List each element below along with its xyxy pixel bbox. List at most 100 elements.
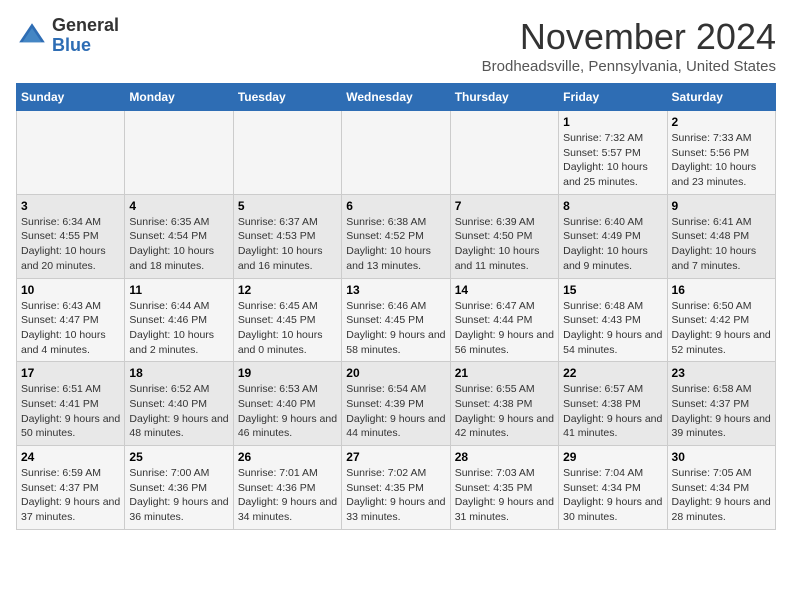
day-number: 21 — [455, 366, 554, 380]
day-info: Sunrise: 6:58 AM Sunset: 4:37 PM Dayligh… — [672, 382, 771, 441]
day-number: 13 — [346, 283, 445, 297]
calendar-cell: 13 Sunrise: 6:46 AM Sunset: 4:45 PM Dayli… — [342, 278, 450, 362]
day-info: Sunrise: 6:53 AM Sunset: 4:40 PM Dayligh… — [238, 382, 337, 441]
day-info: Sunrise: 6:39 AM Sunset: 4:50 PM Dayligh… — [455, 215, 554, 274]
calendar-week-row: 24 Sunrise: 6:59 AM Sunset: 4:37 PM Dayli… — [17, 446, 776, 530]
day-number: 11 — [129, 283, 228, 297]
calendar-cell: 30 Sunrise: 7:05 AM Sunset: 4:34 PM Dayli… — [667, 446, 775, 530]
day-info: Sunrise: 6:55 AM Sunset: 4:38 PM Dayligh… — [455, 382, 554, 441]
day-info: Sunrise: 7:05 AM Sunset: 4:34 PM Dayligh… — [672, 466, 771, 525]
calendar-cell: 2Sunrise: 7:33 AM Sunset: 5:56 PM Daylig… — [667, 111, 775, 195]
calendar-header-row: SundayMondayTuesdayWednesdayThursdayFrid… — [17, 84, 776, 111]
calendar-cell — [342, 111, 450, 195]
day-info: Sunrise: 6:59 AM Sunset: 4:37 PM Dayligh… — [21, 466, 120, 525]
day-info: Sunrise: 6:50 AM Sunset: 4:42 PM Dayligh… — [672, 299, 771, 358]
column-header-tuesday: Tuesday — [233, 84, 341, 111]
day-info: Sunrise: 6:54 AM Sunset: 4:39 PM Dayligh… — [346, 382, 445, 441]
day-info: Sunrise: 6:48 AM Sunset: 4:43 PM Dayligh… — [563, 299, 662, 358]
calendar-cell: 14 Sunrise: 6:47 AM Sunset: 4:44 PM Dayli… — [450, 278, 558, 362]
day-info: Sunrise: 7:03 AM Sunset: 4:35 PM Dayligh… — [455, 466, 554, 525]
calendar-cell: 7 Sunrise: 6:39 AM Sunset: 4:50 PM Daylig… — [450, 194, 558, 278]
day-number: 27 — [346, 450, 445, 464]
day-number: 23 — [672, 366, 771, 380]
month-title: November 2024 — [482, 16, 776, 58]
day-number: 4 — [129, 199, 228, 213]
day-number: 19 — [238, 366, 337, 380]
day-info: Sunrise: 7:04 AM Sunset: 4:34 PM Dayligh… — [563, 466, 662, 525]
day-number: 26 — [238, 450, 337, 464]
calendar-cell — [125, 111, 233, 195]
calendar-cell: 18 Sunrise: 6:52 AM Sunset: 4:40 PM Dayli… — [125, 362, 233, 446]
calendar-cell: 19 Sunrise: 6:53 AM Sunset: 4:40 PM Dayli… — [233, 362, 341, 446]
day-number: 18 — [129, 366, 228, 380]
day-info: Sunrise: 6:41 AM Sunset: 4:48 PM Dayligh… — [672, 215, 771, 274]
calendar-cell: 16 Sunrise: 6:50 AM Sunset: 4:42 PM Dayli… — [667, 278, 775, 362]
logo-text: General Blue — [52, 16, 119, 56]
day-number: 17 — [21, 366, 120, 380]
calendar-cell — [233, 111, 341, 195]
column-header-thursday: Thursday — [450, 84, 558, 111]
calendar-week-row: 17 Sunrise: 6:51 AM Sunset: 4:41 PM Dayli… — [17, 362, 776, 446]
day-info: Sunrise: 6:47 AM Sunset: 4:44 PM Dayligh… — [455, 299, 554, 358]
day-info: Sunrise: 6:46 AM Sunset: 4:45 PM Dayligh… — [346, 299, 445, 358]
day-number: 25 — [129, 450, 228, 464]
day-info: Sunrise: 6:45 AM Sunset: 4:45 PM Dayligh… — [238, 299, 337, 358]
day-number: 3 — [21, 199, 120, 213]
logo: General Blue — [16, 16, 119, 56]
calendar-cell: 6 Sunrise: 6:38 AM Sunset: 4:52 PM Daylig… — [342, 194, 450, 278]
column-header-friday: Friday — [559, 84, 667, 111]
calendar-cell: 23 Sunrise: 6:58 AM Sunset: 4:37 PM Dayli… — [667, 362, 775, 446]
calendar-cell — [17, 111, 125, 195]
calendar-cell: 11 Sunrise: 6:44 AM Sunset: 4:46 PM Dayli… — [125, 278, 233, 362]
column-header-monday: Monday — [125, 84, 233, 111]
calendar-cell: 1 Sunrise: 7:32 AM Sunset: 5:57 PM Daylig… — [559, 111, 667, 195]
day-number: 20 — [346, 366, 445, 380]
day-number: 28 — [455, 450, 554, 464]
calendar-cell: 4Sunrise: 6:35 AM Sunset: 4:54 PM Daylig… — [125, 194, 233, 278]
calendar-week-row: 3 Sunrise: 6:34 AM Sunset: 4:55 PM Daylig… — [17, 194, 776, 278]
day-number: 14 — [455, 283, 554, 297]
calendar-cell: 26 Sunrise: 7:01 AM Sunset: 4:36 PM Dayli… — [233, 446, 341, 530]
location-title: Brodheadsville, Pennsylvania, United Sta… — [482, 58, 776, 75]
column-header-wednesday: Wednesday — [342, 84, 450, 111]
day-info: Sunrise: 6:57 AM Sunset: 4:38 PM Dayligh… — [563, 382, 662, 441]
calendar-cell: 12 Sunrise: 6:45 AM Sunset: 4:45 PM Dayli… — [233, 278, 341, 362]
day-info: Sunrise: 6:34 AM Sunset: 4:55 PM Dayligh… — [21, 215, 120, 274]
day-number: 5 — [238, 199, 337, 213]
day-info: Sunrise: 7:32 AM Sunset: 5:57 PM Dayligh… — [563, 131, 662, 190]
day-info: Sunrise: 6:44 AM Sunset: 4:46 PM Dayligh… — [129, 299, 228, 358]
day-number: 24 — [21, 450, 120, 464]
calendar-cell: 25Sunrise: 7:00 AM Sunset: 4:36 PM Dayli… — [125, 446, 233, 530]
day-number: 8 — [563, 199, 662, 213]
column-header-sunday: Sunday — [17, 84, 125, 111]
day-number: 30 — [672, 450, 771, 464]
column-header-saturday: Saturday — [667, 84, 775, 111]
day-info: Sunrise: 7:33 AM Sunset: 5:56 PM Dayligh… — [672, 131, 771, 190]
calendar-cell: 15 Sunrise: 6:48 AM Sunset: 4:43 PM Dayli… — [559, 278, 667, 362]
calendar-cell: 27Sunrise: 7:02 AM Sunset: 4:35 PM Dayli… — [342, 446, 450, 530]
day-number: 16 — [672, 283, 771, 297]
calendar-cell: 21 Sunrise: 6:55 AM Sunset: 4:38 PM Dayli… — [450, 362, 558, 446]
day-number: 7 — [455, 199, 554, 213]
calendar-cell: 22 Sunrise: 6:57 AM Sunset: 4:38 PM Dayli… — [559, 362, 667, 446]
day-number: 1 — [563, 115, 662, 129]
calendar-cell — [450, 111, 558, 195]
day-info: Sunrise: 6:38 AM Sunset: 4:52 PM Dayligh… — [346, 215, 445, 274]
page-header: General Blue November 2024 Brodheadsvill… — [16, 16, 776, 75]
day-info: Sunrise: 6:52 AM Sunset: 4:40 PM Dayligh… — [129, 382, 228, 441]
calendar-cell: 24 Sunrise: 6:59 AM Sunset: 4:37 PM Dayli… — [17, 446, 125, 530]
day-number: 12 — [238, 283, 337, 297]
day-info: Sunrise: 6:51 AM Sunset: 4:41 PM Dayligh… — [21, 382, 120, 441]
calendar-cell: 17 Sunrise: 6:51 AM Sunset: 4:41 PM Dayli… — [17, 362, 125, 446]
day-info: Sunrise: 6:43 AM Sunset: 4:47 PM Dayligh… — [21, 299, 120, 358]
day-info: Sunrise: 6:37 AM Sunset: 4:53 PM Dayligh… — [238, 215, 337, 274]
calendar-cell: 10 Sunrise: 6:43 AM Sunset: 4:47 PM Dayli… — [17, 278, 125, 362]
day-number: 15 — [563, 283, 662, 297]
day-number: 9 — [672, 199, 771, 213]
day-number: 6 — [346, 199, 445, 213]
day-info: Sunrise: 7:01 AM Sunset: 4:36 PM Dayligh… — [238, 466, 337, 525]
day-number: 22 — [563, 366, 662, 380]
calendar-cell: 5 Sunrise: 6:37 AM Sunset: 4:53 PM Daylig… — [233, 194, 341, 278]
day-number: 10 — [21, 283, 120, 297]
calendar-cell: 9 Sunrise: 6:41 AM Sunset: 4:48 PM Daylig… — [667, 194, 775, 278]
